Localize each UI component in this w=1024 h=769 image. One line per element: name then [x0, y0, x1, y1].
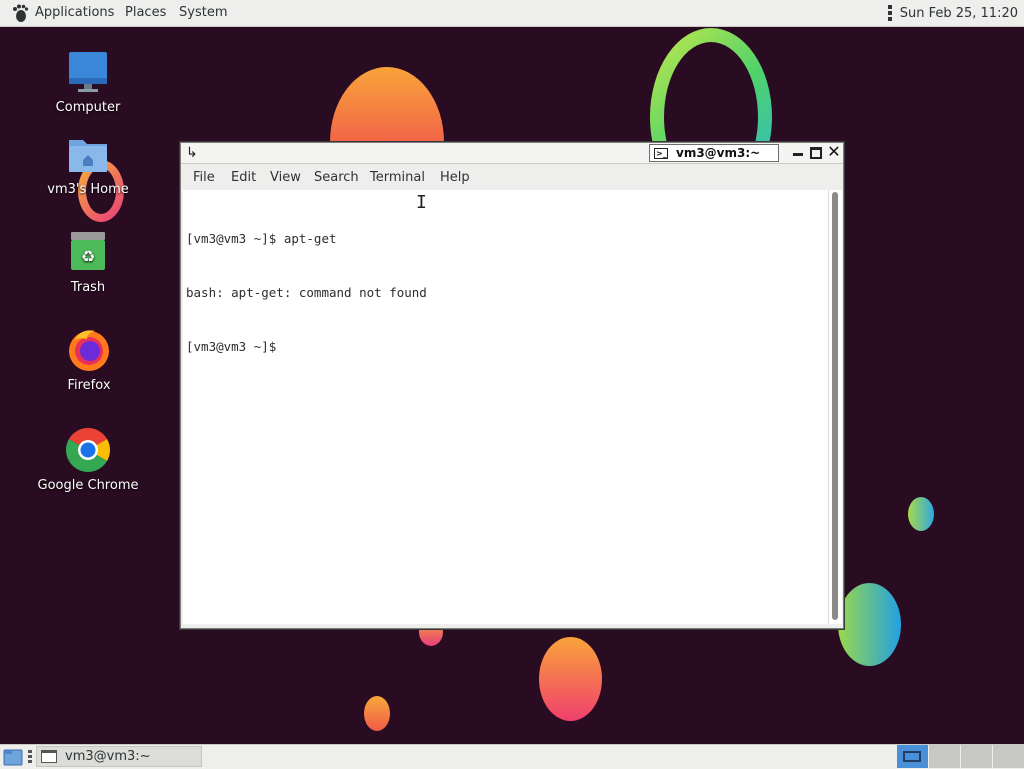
- window-controls: ✕: [791, 144, 841, 160]
- panel-grip-icon[interactable]: [28, 750, 32, 763]
- window-title-tab[interactable]: >_ vm3@vm3:~: [649, 144, 779, 162]
- menu-terminal[interactable]: Terminal: [370, 170, 425, 185]
- menu-search[interactable]: Search: [314, 170, 359, 185]
- terminal-line: [vm3@vm3 ~]$: [186, 339, 284, 354]
- desktop-icon-home[interactable]: vm3's Home: [33, 132, 143, 197]
- decor-blue-green-blob: [908, 497, 934, 531]
- menu-places[interactable]: Places: [125, 5, 166, 20]
- desktop-icon-label: vm3's Home: [47, 182, 129, 197]
- show-desktop-icon[interactable]: [3, 748, 23, 766]
- window-menu-arrow-icon[interactable]: ↳: [186, 145, 198, 161]
- kebab-menu-icon[interactable]: [887, 5, 892, 21]
- workspace-3[interactable]: [960, 745, 992, 768]
- decor-small-orange-blob: [364, 696, 390, 731]
- trash-icon: ♻: [66, 230, 110, 274]
- gnome-foot-icon[interactable]: [10, 3, 30, 23]
- menu-help[interactable]: Help: [440, 170, 470, 185]
- desktop-icon-label: Firefox: [67, 378, 111, 393]
- menu-file[interactable]: File: [193, 170, 215, 185]
- terminal-line: bash: apt-get: command not found: [186, 285, 427, 300]
- firefox-icon: [67, 328, 111, 372]
- decor-large-blue-green-blob: [838, 583, 901, 666]
- terminal-titlebar[interactable]: ↳ >_ vm3@vm3:~ ✕: [181, 143, 843, 164]
- terminal-text: [vm3@vm3 ~]$ apt-get bash: apt-get: comm…: [186, 194, 427, 392]
- clock-area[interactable]: Sun Feb 25, 11:20: [887, 5, 1018, 21]
- home-folder-icon: [66, 132, 110, 176]
- svg-text:♻: ♻: [81, 247, 95, 266]
- close-icon[interactable]: ✕: [827, 144, 841, 160]
- desktop-icon-firefox[interactable]: Firefox: [34, 328, 144, 393]
- desktop-icon-label: Trash: [70, 280, 106, 295]
- workspace-4[interactable]: [992, 745, 1024, 768]
- workspace-switcher: [896, 745, 1024, 768]
- menu-applications[interactable]: Applications: [35, 5, 114, 20]
- menu-view[interactable]: View: [270, 170, 301, 185]
- menu-edit[interactable]: Edit: [231, 170, 256, 185]
- terminal-output-area[interactable]: [vm3@vm3 ~]$ apt-get bash: apt-get: comm…: [183, 190, 828, 624]
- decor-pink-blob: [539, 637, 602, 721]
- desktop-icon-label: Google Chrome: [37, 478, 139, 493]
- clock[interactable]: Sun Feb 25, 11:20: [900, 6, 1018, 21]
- window-title: vm3@vm3:~: [676, 146, 761, 160]
- menu-system[interactable]: System: [179, 5, 227, 20]
- terminal-line: [vm3@vm3 ~]$ apt-get: [186, 231, 337, 246]
- terminal-icon: >_: [654, 147, 668, 159]
- taskbar-label: vm3@vm3:~: [65, 749, 151, 764]
- workspace-1[interactable]: [896, 745, 928, 768]
- desktop-icon-chrome[interactable]: Google Chrome: [33, 428, 143, 493]
- terminal-menubar: File Edit View Search Terminal Help: [181, 164, 843, 190]
- desktop-icon-label: Computer: [55, 100, 121, 115]
- window-icon: [41, 750, 57, 763]
- text-cursor-icon: I: [416, 192, 427, 213]
- maximize-icon[interactable]: [809, 144, 823, 160]
- minimize-icon[interactable]: [791, 144, 805, 160]
- top-panel: Applications Places System Sun Feb 25, 1…: [0, 0, 1024, 27]
- chrome-icon: [66, 428, 110, 472]
- terminal-window: ↳ >_ vm3@vm3:~ ✕ File Edit View Search T…: [180, 142, 844, 629]
- scrollbar-thumb[interactable]: [832, 192, 838, 620]
- terminal-scrollbar[interactable]: [828, 190, 842, 624]
- workspace-2[interactable]: [928, 745, 960, 768]
- desktop-icon-computer[interactable]: Computer: [33, 50, 143, 115]
- taskbar-terminal-button[interactable]: vm3@vm3:~: [36, 746, 202, 767]
- desktop-icon-trash[interactable]: ♻ Trash: [33, 230, 143, 295]
- computer-icon: [66, 50, 110, 94]
- bottom-panel: vm3@vm3:~: [0, 744, 1024, 769]
